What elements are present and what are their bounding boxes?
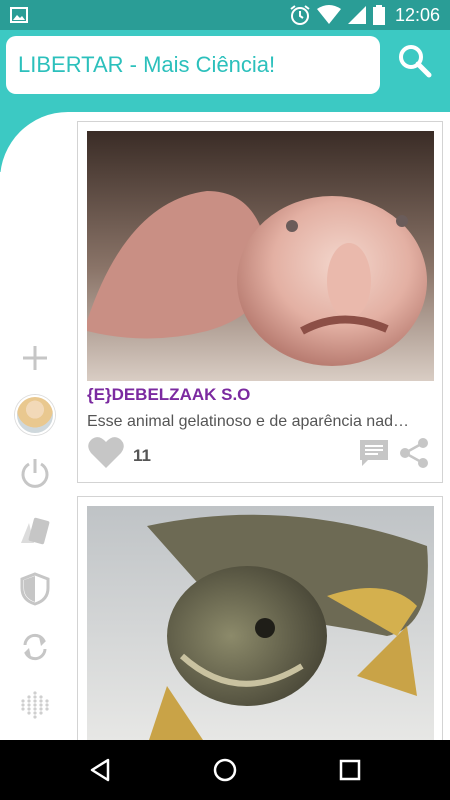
add-icon[interactable] [17,340,53,376]
post-card[interactable] [77,496,443,756]
wifi-icon [316,5,341,24]
alarm-icon [290,5,310,25]
signal-icon [347,6,366,24]
post-card[interactable]: {E}DEBELZAAK S.O Esse animal gelatinoso … [77,121,443,483]
share-icon[interactable] [398,437,430,469]
blobfish-photo[interactable] [87,131,434,381]
navigation-bar [0,740,450,800]
app-header: LIBERTAR - Mais Ciência! [0,30,450,112]
recents-icon[interactable] [334,754,366,786]
refresh-icon[interactable] [17,629,53,665]
shield-icon[interactable] [17,571,53,607]
post-description: Esse animal gelatinoso e de aparência na… [87,413,409,430]
avatar[interactable] [15,395,55,435]
heart-icon[interactable] [87,435,125,469]
cards-icon[interactable] [17,514,53,550]
post-author[interactable]: {E}DEBELZAAK S.O [87,385,250,405]
comment-icon[interactable] [358,437,390,469]
search-text: LIBERTAR - Mais Ciência! [18,52,276,77]
search-icon[interactable] [398,44,432,78]
power-icon[interactable] [17,455,53,491]
fish-photo[interactable] [87,506,434,746]
sidebar [0,112,70,740]
search-field[interactable]: LIBERTAR - Mais Ciência! [6,36,380,94]
home-icon[interactable] [209,754,241,786]
battery-icon [372,5,385,25]
dots-icon[interactable] [17,687,53,723]
gallery-icon [10,7,28,23]
status-time: 12:06 [394,4,440,25]
like-count: 11 [133,446,151,465]
back-icon[interactable] [84,754,116,786]
status-bar: 12:06 [0,0,450,30]
